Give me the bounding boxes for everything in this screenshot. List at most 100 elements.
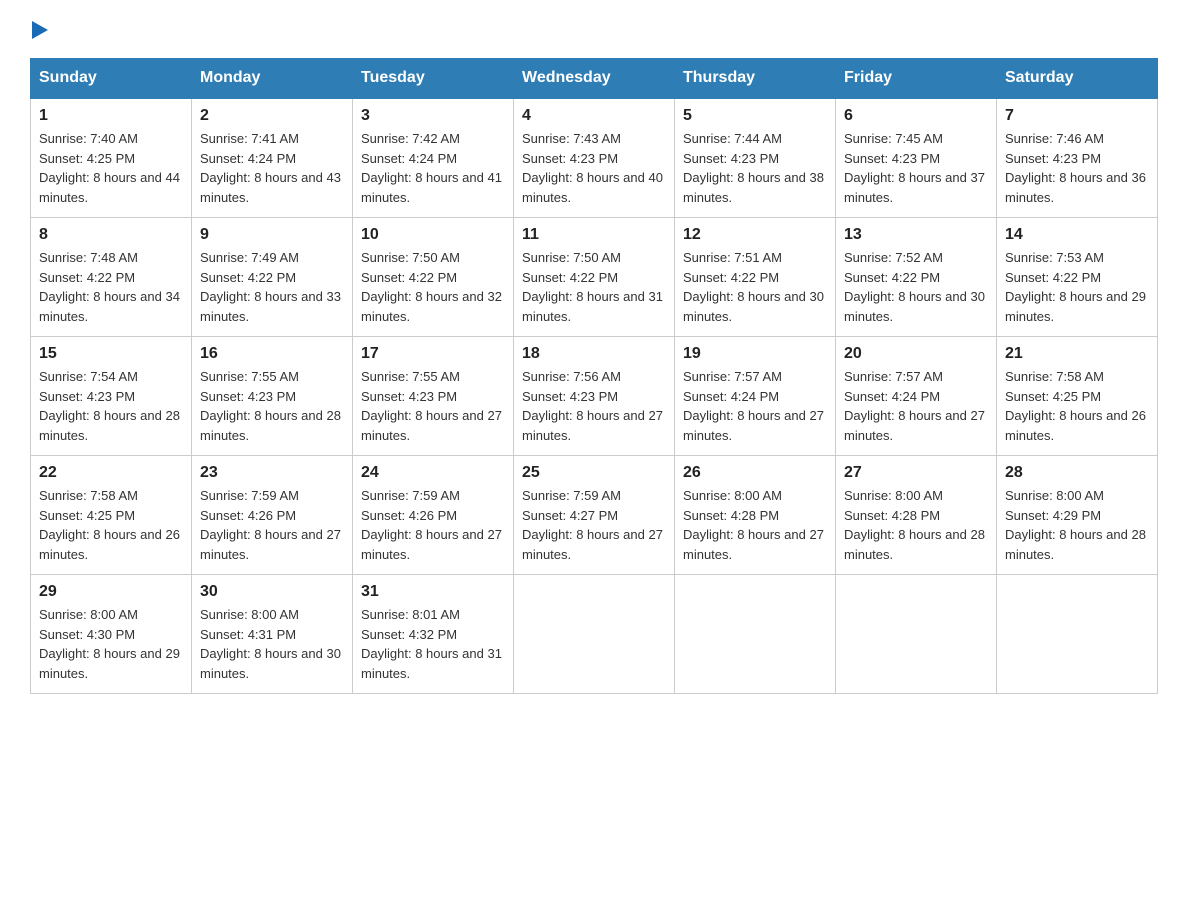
day-info: Sunrise: 8:00 AMSunset: 4:28 PMDaylight:…: [844, 486, 988, 564]
day-number: 4: [522, 107, 666, 125]
calendar-day-header: Friday: [836, 59, 997, 99]
day-number: 14: [1005, 226, 1149, 244]
day-number: 10: [361, 226, 505, 244]
calendar-cell: 2 Sunrise: 7:41 AMSunset: 4:24 PMDaylight…: [192, 98, 353, 218]
day-number: 1: [39, 107, 183, 125]
page-header: [30, 20, 1158, 38]
calendar-cell: 29 Sunrise: 8:00 AMSunset: 4:30 PMDayligh…: [31, 575, 192, 694]
calendar-week-row: 29 Sunrise: 8:00 AMSunset: 4:30 PMDayligh…: [31, 575, 1158, 694]
calendar-header-row: SundayMondayTuesdayWednesdayThursdayFrid…: [31, 59, 1158, 99]
day-number: 31: [361, 583, 505, 601]
day-info: Sunrise: 7:56 AMSunset: 4:23 PMDaylight:…: [522, 367, 666, 445]
calendar-cell: 18 Sunrise: 7:56 AMSunset: 4:23 PMDayligh…: [514, 337, 675, 456]
day-info: Sunrise: 7:55 AMSunset: 4:23 PMDaylight:…: [361, 367, 505, 445]
day-info: Sunrise: 8:00 AMSunset: 4:28 PMDaylight:…: [683, 486, 827, 564]
day-number: 23: [200, 464, 344, 482]
day-number: 12: [683, 226, 827, 244]
day-info: Sunrise: 8:00 AMSunset: 4:29 PMDaylight:…: [1005, 486, 1149, 564]
calendar-cell: 20 Sunrise: 7:57 AMSunset: 4:24 PMDayligh…: [836, 337, 997, 456]
day-info: Sunrise: 7:41 AMSunset: 4:24 PMDaylight:…: [200, 129, 344, 207]
day-info: Sunrise: 7:50 AMSunset: 4:22 PMDaylight:…: [522, 248, 666, 326]
day-number: 2: [200, 107, 344, 125]
day-number: 8: [39, 226, 183, 244]
calendar-header: SundayMondayTuesdayWednesdayThursdayFrid…: [31, 59, 1158, 99]
day-info: Sunrise: 7:58 AMSunset: 4:25 PMDaylight:…: [39, 486, 183, 564]
calendar-cell: 28 Sunrise: 8:00 AMSunset: 4:29 PMDayligh…: [997, 456, 1158, 575]
calendar-cell: 6Sunrise: 7:45 AMSunset: 4:23 PMDaylight…: [836, 98, 997, 218]
day-info: Sunrise: 7:59 AMSunset: 4:26 PMDaylight:…: [361, 486, 505, 564]
calendar-cell: 7 Sunrise: 7:46 AMSunset: 4:23 PMDaylight…: [997, 98, 1158, 218]
calendar-day-header: Saturday: [997, 59, 1158, 99]
calendar-cell: [675, 575, 836, 694]
day-info: Sunrise: 7:59 AMSunset: 4:26 PMDaylight:…: [200, 486, 344, 564]
day-info: Sunrise: 8:00 AMSunset: 4:31 PMDaylight:…: [200, 605, 344, 683]
day-number: 19: [683, 345, 827, 363]
calendar-week-row: 1 Sunrise: 7:40 AMSunset: 4:25 PMDaylight…: [31, 98, 1158, 218]
day-info: Sunrise: 8:00 AMSunset: 4:30 PMDaylight:…: [39, 605, 183, 683]
calendar-cell: 1 Sunrise: 7:40 AMSunset: 4:25 PMDaylight…: [31, 98, 192, 218]
calendar-week-row: 15 Sunrise: 7:54 AMSunset: 4:23 PMDayligh…: [31, 337, 1158, 456]
day-number: 9: [200, 226, 344, 244]
calendar-cell: 3Sunrise: 7:42 AMSunset: 4:24 PMDaylight…: [353, 98, 514, 218]
day-info: Sunrise: 7:58 AMSunset: 4:25 PMDaylight:…: [1005, 367, 1149, 445]
day-number: 18: [522, 345, 666, 363]
day-number: 21: [1005, 345, 1149, 363]
calendar-cell: 10 Sunrise: 7:50 AMSunset: 4:22 PMDayligh…: [353, 218, 514, 337]
day-info: Sunrise: 7:52 AMSunset: 4:22 PMDaylight:…: [844, 248, 988, 326]
day-number: 7: [1005, 107, 1149, 125]
calendar-cell: 15 Sunrise: 7:54 AMSunset: 4:23 PMDayligh…: [31, 337, 192, 456]
day-info: Sunrise: 7:48 AMSunset: 4:22 PMDaylight:…: [39, 248, 183, 326]
calendar-cell: 21 Sunrise: 7:58 AMSunset: 4:25 PMDayligh…: [997, 337, 1158, 456]
day-info: Sunrise: 7:59 AMSunset: 4:27 PMDaylight:…: [522, 486, 666, 564]
calendar-cell: 25 Sunrise: 7:59 AMSunset: 4:27 PMDayligh…: [514, 456, 675, 575]
day-number: 29: [39, 583, 183, 601]
day-number: 26: [683, 464, 827, 482]
calendar-cell: 13Sunrise: 7:52 AMSunset: 4:22 PMDayligh…: [836, 218, 997, 337]
day-info: Sunrise: 8:01 AMSunset: 4:32 PMDaylight:…: [361, 605, 505, 683]
day-number: 28: [1005, 464, 1149, 482]
calendar-day-header: Thursday: [675, 59, 836, 99]
calendar-cell: 14 Sunrise: 7:53 AMSunset: 4:22 PMDayligh…: [997, 218, 1158, 337]
day-number: 27: [844, 464, 988, 482]
day-info: Sunrise: 7:57 AMSunset: 4:24 PMDaylight:…: [844, 367, 988, 445]
calendar-cell: [997, 575, 1158, 694]
day-info: Sunrise: 7:46 AMSunset: 4:23 PMDaylight:…: [1005, 129, 1149, 207]
calendar-cell: 24Sunrise: 7:59 AMSunset: 4:26 PMDayligh…: [353, 456, 514, 575]
calendar-week-row: 22 Sunrise: 7:58 AMSunset: 4:25 PMDayligh…: [31, 456, 1158, 575]
day-number: 22: [39, 464, 183, 482]
day-info: Sunrise: 7:49 AMSunset: 4:22 PMDaylight:…: [200, 248, 344, 326]
calendar-cell: 22 Sunrise: 7:58 AMSunset: 4:25 PMDayligh…: [31, 456, 192, 575]
calendar-cell: 26 Sunrise: 8:00 AMSunset: 4:28 PMDayligh…: [675, 456, 836, 575]
calendar-day-header: Tuesday: [353, 59, 514, 99]
day-number: 30: [200, 583, 344, 601]
calendar-cell: 23 Sunrise: 7:59 AMSunset: 4:26 PMDayligh…: [192, 456, 353, 575]
calendar-table: SundayMondayTuesdayWednesdayThursdayFrid…: [30, 58, 1158, 694]
day-info: Sunrise: 7:57 AMSunset: 4:24 PMDaylight:…: [683, 367, 827, 445]
day-number: 20: [844, 345, 988, 363]
day-info: Sunrise: 7:44 AMSunset: 4:23 PMDaylight:…: [683, 129, 827, 207]
day-info: Sunrise: 7:50 AMSunset: 4:22 PMDaylight:…: [361, 248, 505, 326]
day-number: 6: [844, 107, 988, 125]
calendar-cell: 30 Sunrise: 8:00 AMSunset: 4:31 PMDayligh…: [192, 575, 353, 694]
day-info: Sunrise: 7:53 AMSunset: 4:22 PMDaylight:…: [1005, 248, 1149, 326]
day-number: 17: [361, 345, 505, 363]
calendar-cell: 16 Sunrise: 7:55 AMSunset: 4:23 PMDayligh…: [192, 337, 353, 456]
day-number: 25: [522, 464, 666, 482]
calendar-cell: [514, 575, 675, 694]
calendar-week-row: 8 Sunrise: 7:48 AMSunset: 4:22 PMDaylight…: [31, 218, 1158, 337]
day-number: 15: [39, 345, 183, 363]
day-number: 11: [522, 226, 666, 244]
calendar-cell: 27 Sunrise: 8:00 AMSunset: 4:28 PMDayligh…: [836, 456, 997, 575]
calendar-cell: 19 Sunrise: 7:57 AMSunset: 4:24 PMDayligh…: [675, 337, 836, 456]
day-number: 16: [200, 345, 344, 363]
logo-arrow-icon: [32, 21, 48, 39]
day-info: Sunrise: 7:54 AMSunset: 4:23 PMDaylight:…: [39, 367, 183, 445]
calendar-cell: 12Sunrise: 7:51 AMSunset: 4:22 PMDayligh…: [675, 218, 836, 337]
calendar-cell: 17 Sunrise: 7:55 AMSunset: 4:23 PMDayligh…: [353, 337, 514, 456]
calendar-day-header: Monday: [192, 59, 353, 99]
day-info: Sunrise: 7:55 AMSunset: 4:23 PMDaylight:…: [200, 367, 344, 445]
calendar-cell: 9 Sunrise: 7:49 AMSunset: 4:22 PMDaylight…: [192, 218, 353, 337]
calendar-cell: 4Sunrise: 7:43 AMSunset: 4:23 PMDaylight…: [514, 98, 675, 218]
day-number: 5: [683, 107, 827, 125]
day-info: Sunrise: 7:40 AMSunset: 4:25 PMDaylight:…: [39, 129, 183, 207]
